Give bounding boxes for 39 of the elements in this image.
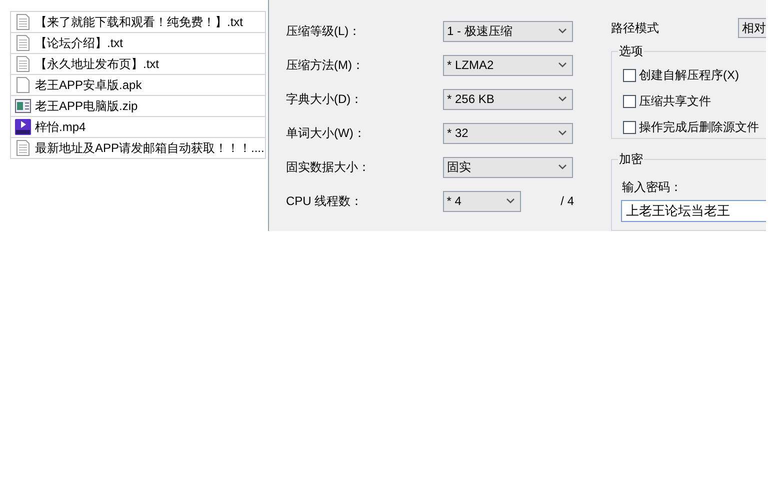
dropdown[interactable]: 固实 — [443, 156, 573, 178]
text-file-icon — [16, 140, 30, 156]
path-mode-dropdown[interactable]: 相对 — [738, 18, 766, 38]
password-field[interactable]: 上老王论坛当老王 — [621, 200, 766, 222]
dropdown[interactable]: * 32 — [443, 122, 573, 144]
text-file-icon — [16, 35, 30, 51]
chevron-down-icon — [558, 96, 567, 102]
setting-label: 字典大小(D)： — [286, 91, 364, 108]
dropdown[interactable]: * 4 — [442, 190, 521, 212]
dropdown[interactable]: 1 - 极速压缩 — [443, 20, 573, 42]
dropdown[interactable]: * 256 KB — [443, 88, 573, 110]
chevron-down-icon — [558, 130, 567, 136]
file-icon — [16, 77, 30, 93]
setting-label: 固实数据大小： — [286, 159, 371, 176]
chevron-down-icon — [506, 198, 515, 204]
video-file-icon — [15, 119, 31, 135]
chevron-down-icon — [558, 164, 567, 170]
chevron-down-icon — [558, 28, 567, 34]
password-label: 输入密码： — [622, 178, 683, 195]
group-title: 加密 — [618, 150, 644, 167]
setting-label: 压缩方法(M)： — [286, 57, 365, 74]
file-name[interactable]: 梓怡.mp4 — [35, 118, 86, 136]
checkbox-label[interactable]: 创建自解压程序(X) — [639, 66, 739, 84]
thread-count-total: / 4 — [560, 193, 574, 210]
checkbox[interactable] — [623, 94, 636, 108]
setting-label: 单词大小(W)： — [286, 125, 366, 142]
setting-label: CPU 线程数： — [286, 193, 364, 210]
checkbox-label[interactable]: 操作完成后删除源文件 — [639, 118, 759, 136]
chevron-down-icon — [558, 62, 567, 68]
setting-label: 压缩等级(L)： — [286, 23, 362, 40]
window-icon — [15, 99, 31, 113]
group-title: 选项 — [618, 43, 644, 60]
path-mode-label: 路径模式 — [611, 20, 660, 37]
dropdown[interactable]: * LZMA2 — [443, 54, 573, 76]
checkbox[interactable] — [623, 68, 636, 82]
text-file-icon — [16, 56, 30, 72]
text-file-icon — [16, 14, 30, 30]
checkbox-label[interactable]: 压缩共享文件 — [639, 92, 711, 110]
checkbox[interactable] — [623, 120, 636, 134]
